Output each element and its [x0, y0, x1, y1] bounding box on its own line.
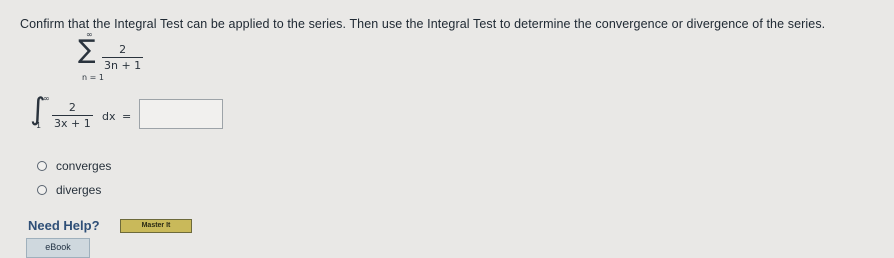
equals-sign: =: [122, 110, 132, 123]
choice-label: converges: [56, 159, 112, 173]
series-numerator: 2: [119, 43, 127, 56]
need-help-label: Need Help?: [28, 218, 100, 233]
integral-denominator: 3x + 1: [54, 117, 91, 130]
integral-lower-limit: 1: [36, 121, 42, 130]
radio-icon[interactable]: [37, 161, 47, 171]
integral-answer-input[interactable]: [139, 99, 223, 129]
master-it-button[interactable]: Master It: [120, 219, 192, 233]
dx-label: dx: [102, 110, 116, 123]
series-denominator: 3n + 1: [104, 59, 142, 72]
series-fraction: 2 3n + 1: [102, 43, 144, 72]
fraction-bar: [102, 57, 144, 58]
choice-converges[interactable]: converges: [37, 159, 111, 173]
integral-upper-limit: ∞: [43, 94, 50, 103]
series-upper-limit: ∞: [86, 30, 93, 39]
ebook-button[interactable]: eBook: [26, 238, 90, 258]
radio-icon[interactable]: [37, 185, 47, 195]
question-text: Confirm that the Integral Test can be ap…: [20, 17, 826, 31]
choice-label: diverges: [56, 183, 102, 197]
sigma-symbol: ∑: [78, 35, 96, 65]
fraction-bar: [52, 115, 93, 116]
integral-differential: dx =: [102, 110, 131, 123]
integral-fraction: 2 3x + 1: [52, 101, 93, 130]
integral-numerator: 2: [68, 101, 76, 114]
choice-diverges[interactable]: diverges: [37, 183, 101, 197]
series-lower-limit: n = 1: [82, 73, 104, 82]
